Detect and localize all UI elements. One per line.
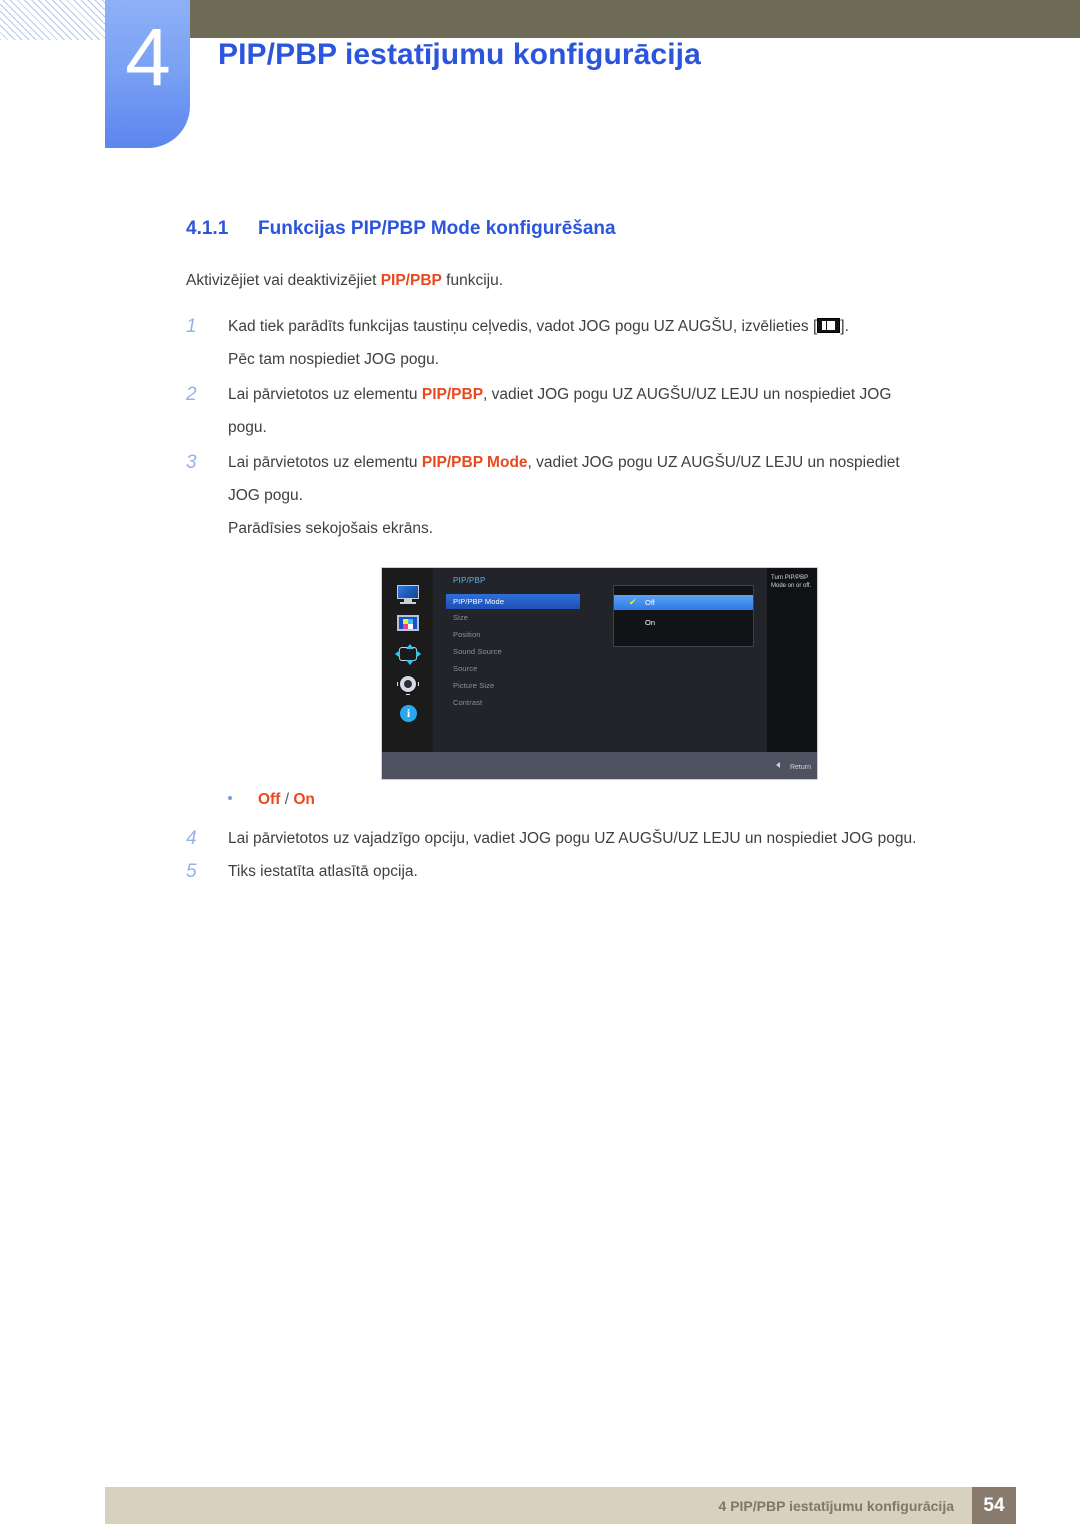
section-intro: Aktivizējiet vai deaktivizējiet PIP/PBP … [186,272,503,290]
option-separator: / [280,791,294,808]
osd-icon-rail: i [382,568,433,754]
intro-text-before: Aktivizējiet vai deaktivizējiet [186,272,381,289]
info-icon[interactable]: i [395,705,421,725]
options-bullet: Off / On [228,791,315,809]
step-body: Lai pārvietotos uz vajadzīgo opciju, vad… [228,830,917,847]
section-number: 4.1.1 [186,218,229,239]
osd-return-label: Return [789,764,811,771]
step-text-after: , vadiet JOG pogu UZ AUGŠU/UZ LEJU un no… [527,454,900,471]
step-text-after: , vadiet JOG pogu UZ AUGŠU/UZ LEJU un no… [483,386,892,403]
step-5: 5 Tiks iestatīta atlasītā opcija. [186,855,1026,888]
intro-text-after: funkciju. [441,272,504,289]
pip-pbp-icon[interactable] [395,615,421,635]
step-4: 4 Lai pārvietotos uz vajadzīgo opciju, v… [186,822,1026,855]
left-arrow-icon [775,762,780,768]
step-body: Lai pārvietotos uz elementu PIP/PBP, vad… [228,378,1026,411]
pip-pbp-glyph-icon [817,318,841,333]
check-icon: ✔ [629,597,637,607]
page-footer-bar: 4 PIP/PBP iestatījumu konfigurācija [105,1487,972,1524]
bullet-dot-icon [228,796,232,800]
page-title: PIP/PBP iestatījumu konfigurācija [218,38,701,71]
option-on: On [293,791,315,808]
step-text: Lai pārvietotos uz elementu [228,386,422,403]
gear-icon[interactable] [395,674,421,695]
step-text: Kad tiek parādīts funkcijas taustiņu ceļ… [228,318,818,335]
step-text: Lai pārvietotos uz elementu [228,454,422,471]
osd-menu-item-position[interactable]: Position [453,630,480,639]
step-3-line-3: Parādīsies sekojošais ekrāns. [228,520,434,537]
osd-panel-title: PIP/PBP [453,576,486,585]
option-off: Off [258,791,281,808]
step-1: 1 Kad tiek parādīts funkcijas taustiņu c… [186,310,1026,343]
decorative-hatch-pattern [0,0,108,40]
page-header: 4 PIP/PBP iestatījumu konfigurācija [0,0,1080,160]
page-number: 54 [972,1487,1016,1524]
section-title: Funkcijas PIP/PBP Mode konfigurēšana [258,218,616,239]
section-heading: 4.1.1 Funkcijas PIP/PBP Mode konfigurēšan… [186,218,616,240]
footer-chapter-label: 4 PIP/PBP iestatījumu konfigurācija [718,1498,954,1514]
osd-dropdown: ✔ Off On [613,585,754,647]
osd-menu-item-contrast[interactable]: Contrast [453,698,482,707]
step-1-line-2: Pēc tam nospiediet JOG pogu. [228,351,440,368]
step-keyword: PIP/PBP [421,386,484,403]
osd-dropdown-option-label: On [645,618,656,627]
header-olive-bar [190,0,1080,38]
osd-menu-panel: PIP/PBP PIP/PBP Mode Size Position Sound… [433,568,767,754]
step-index: 4 [186,828,197,849]
osd-dropdown-option-on[interactable]: On [614,615,753,630]
osd-menu-item-size[interactable]: Size [453,613,468,622]
step-3: 3 Lai pārvietotos uz elementu PIP/PBP Mo… [186,446,1026,479]
osd-menu-item-sound-source[interactable]: Sound Source [453,647,502,656]
osd-help-text: Turn PIP/PBP Mode on or off. [771,575,812,589]
step-keyword: PIP/PBP Mode [421,454,528,471]
step-body: Kad tiek parādīts funkcijas taustiņu ceļ… [228,310,1026,343]
step-index: 5 [186,861,197,882]
step-text-after: ]. [840,318,849,335]
step-index: 1 [186,316,197,337]
step-index: 2 [186,384,197,405]
osd-help-panel: Turn PIP/PBP Mode on or off. [767,568,817,754]
chapter-number-badge: 4 [105,0,190,148]
osd-dropdown-option-off[interactable]: ✔ Off [614,595,753,610]
step-3-line-2: JOG pogu. [228,487,303,504]
osd-dropdown-option-label: Off [645,598,655,607]
osd-menu-item-pip-pbp-mode[interactable]: PIP/PBP Mode [446,594,580,609]
position-arrows-icon[interactable] [395,644,421,665]
step-2-line-2: pogu. [228,419,267,436]
chapter-number: 4 [125,12,171,103]
step-index: 3 [186,452,197,473]
monitor-icon[interactable] [395,585,421,605]
osd-menu-item-source[interactable]: Source [453,664,477,673]
step-body: Tiks iestatīta atlasītā opcija. [228,863,418,880]
intro-keyword: PIP/PBP [380,272,442,289]
osd-menu-screenshot: i PIP/PBP PIP/PBP Mode Size Position Sou… [381,567,818,780]
step-2: 2 Lai pārvietotos uz elementu PIP/PBP, v… [186,378,1026,411]
step-body: Lai pārvietotos uz elementu PIP/PBP Mode… [228,446,1026,479]
osd-return-button[interactable]: Return [775,762,811,771]
osd-footer: Return [382,752,817,779]
osd-menu-item-picture-size[interactable]: Picture Size [453,681,494,690]
